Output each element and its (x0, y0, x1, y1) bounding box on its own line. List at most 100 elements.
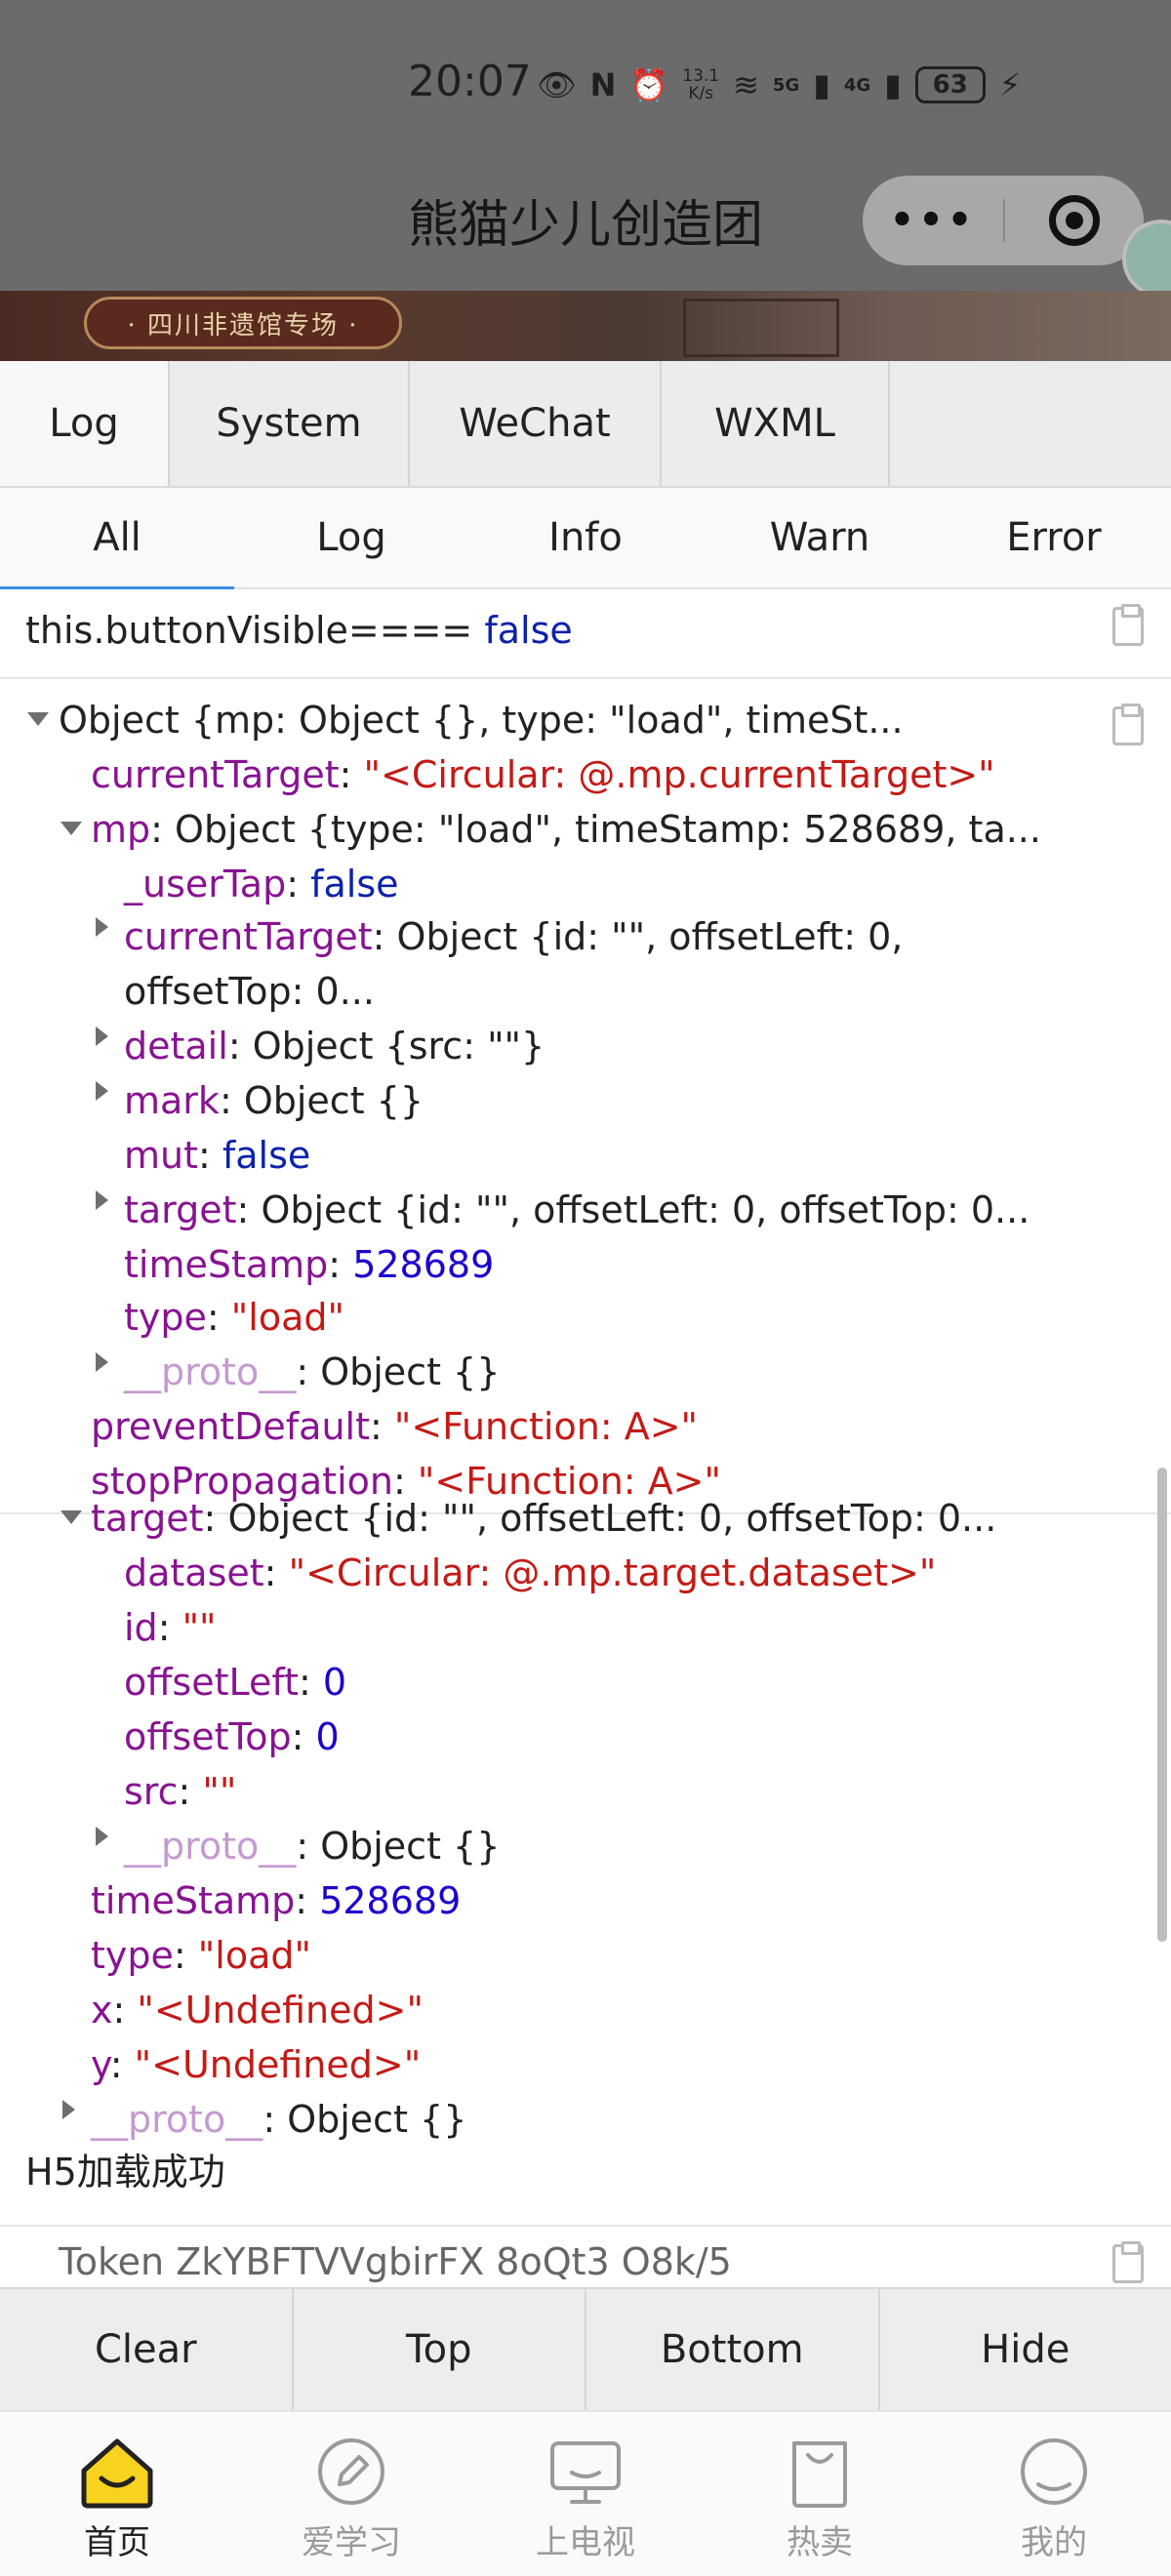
expand-arrow-icon[interactable] (96, 1026, 108, 1046)
signal-bars-icon: ▮ (813, 66, 830, 103)
prop-value: "<Function: A>" (393, 1405, 699, 1448)
prop-id: id: "" (124, 1606, 217, 1649)
scrollbar[interactable] (1157, 1468, 1167, 1942)
pencil-icon (312, 2434, 390, 2510)
top-button[interactable]: Top (294, 2289, 586, 2410)
nav-profile[interactable]: 我的 (937, 2412, 1171, 2576)
prop-key: id (124, 1606, 158, 1649)
prop-type: type: "load" (91, 1934, 311, 1977)
prop-key: target (124, 1188, 237, 1231)
log-line: H5加载成功 (25, 2145, 225, 2199)
log-entry-object: Object {mp: Object {}, type: "load", tim… (0, 679, 1171, 1514)
tab-log[interactable]: Log (0, 361, 170, 486)
prop-value: "<Undefined>" (137, 1989, 424, 2032)
banner-tag: · 四川非遗馆专场 · (84, 297, 402, 349)
prop-dataset: dataset: "<Circular: @.mp.target.dataset… (124, 1551, 937, 1594)
filter-info[interactable]: Info (468, 488, 703, 587)
prop-target[interactable]: target: Object {id: "", offsetLeft: 0, o… (91, 1491, 996, 1546)
tab-wechat[interactable]: WeChat (410, 361, 662, 486)
prop-proto[interactable]: __proto__: Object {} (91, 2092, 466, 2147)
expand-arrow-icon[interactable] (96, 1190, 108, 1210)
signal-5g: 5G (772, 74, 800, 96)
close-miniprogram-button[interactable] (1005, 195, 1144, 246)
nav-shop[interactable]: 热卖 (703, 2412, 937, 2576)
prop-value: Object {} (243, 1079, 424, 1122)
prop-src: src: "" (124, 1770, 237, 1813)
prop-value: Object {id: "", offsetLeft: 0, offsetTop… (227, 1497, 997, 1540)
prop-mp-proto[interactable]: __proto__: Object {} (124, 1345, 500, 1399)
status-icons: 👁 N ⏰ 13.1 K/s ≋ 5G ▮ 4G ▮ 63 ⚡ (537, 60, 1021, 109)
wifi-icon: ≋ (733, 66, 759, 103)
log-list[interactable]: this.buttonVisible==== false Object {mp:… (0, 589, 1171, 2287)
prop-key: __proto__ (124, 1825, 297, 1868)
prop-detail[interactable]: detail: Object {src: ""} (124, 1019, 545, 1073)
nav-label: 热卖 (787, 2523, 853, 2562)
log-filter-tabs: All Log Info Warn Error (0, 488, 1171, 589)
prop-preventDefault: preventDefault: "<Function: A>" (91, 1405, 699, 1448)
clear-button[interactable]: Clear (0, 2289, 294, 2410)
expand-arrow-icon[interactable] (62, 2100, 75, 2119)
bottom-button[interactable]: Bottom (586, 2289, 880, 2410)
expand-arrow-icon[interactable] (96, 1827, 108, 1846)
prop-mp-target[interactable]: target: Object {id: "", offsetLeft: 0, o… (124, 1183, 1030, 1237)
log-divider (0, 2225, 1171, 2227)
prop-userTap: _userTap: false (124, 863, 399, 906)
prop-target-proto[interactable]: __proto__: Object {} (124, 1819, 500, 1873)
hide-button[interactable]: Hide (880, 2289, 1171, 2410)
prop-value: Object {src: ""} (252, 1025, 545, 1067)
prop-mp[interactable]: mp: Object {type: "load", timeStamp: 528… (91, 802, 1041, 857)
tab-system[interactable]: System (170, 361, 410, 486)
profile-icon (1015, 2434, 1093, 2510)
filter-all[interactable]: All (0, 488, 234, 589)
prop-x: x: "<Undefined>" (91, 1989, 424, 2032)
prop-key: currentTarget (124, 915, 373, 958)
prop-key: _userTap (124, 863, 287, 906)
prop-mp-type: type: "load" (124, 1296, 344, 1339)
net-speed-value: 13.1 (682, 66, 720, 86)
prop-value: false (222, 1134, 311, 1177)
log-text: H5加载成功 (25, 2151, 225, 2194)
prop-key: type (124, 1296, 207, 1339)
filter-error[interactable]: Error (937, 488, 1171, 587)
prop-mut: mut: false (124, 1134, 311, 1177)
nav-label: 首页 (84, 2523, 150, 2562)
copy-icon[interactable] (1112, 2241, 1144, 2283)
target-icon (1049, 195, 1100, 246)
status-bar: 20:07 👁 N ⏰ 13.1 K/s ≋ 5G ▮ 4G ▮ 63 ⚡ (0, 55, 1171, 113)
prop-mark[interactable]: mark: Object {} (124, 1073, 424, 1128)
app-header: 20:07 👁 N ⏰ 13.1 K/s ≋ 5G ▮ 4G ▮ 63 ⚡ 熊猫… (0, 0, 1171, 361)
nav-home[interactable]: 首页 (0, 2412, 234, 2576)
object-summary[interactable]: Object {mp: Object {}, type: "load", tim… (59, 693, 904, 747)
prop-key: src (124, 1770, 179, 1813)
prop-value: Object {} (320, 1825, 501, 1868)
nav-study[interactable]: 爱学习 (234, 2412, 468, 2576)
filter-log[interactable]: Log (234, 488, 468, 587)
expand-arrow-icon[interactable] (96, 917, 108, 937)
copy-icon[interactable] (1112, 604, 1144, 646)
tab-wxml[interactable]: WXML (662, 361, 890, 486)
collapse-arrow-icon[interactable] (27, 712, 49, 726)
expand-arrow-icon[interactable] (96, 1352, 108, 1372)
collapse-arrow-icon[interactable] (61, 1510, 82, 1524)
prop-mp-currentTarget-cont: offsetTop: 0... (124, 964, 375, 1019)
nav-label: 上电视 (536, 2523, 635, 2562)
expand-arrow-icon[interactable] (96, 1081, 108, 1101)
more-menu-button[interactable]: ••• (863, 198, 1003, 243)
nav-label: 我的 (1021, 2523, 1087, 2562)
prop-value: "" (182, 1606, 217, 1649)
battery-indicator: 63 (914, 66, 986, 103)
vconsole-toolbar: Clear Top Bottom Hide (0, 2287, 1171, 2410)
prop-key: timeStamp (91, 1879, 296, 1922)
prop-key: mark (124, 1079, 220, 1122)
log-value: false (484, 609, 573, 652)
collapse-arrow-icon[interactable] (61, 822, 82, 835)
prop-value: false (310, 863, 399, 906)
eye-icon: 👁 (537, 66, 577, 103)
prop-mp-currentTarget[interactable]: currentTarget: Object {id: "", offsetLef… (124, 909, 903, 964)
prop-key: __proto__ (91, 2098, 263, 2141)
copy-icon[interactable] (1112, 704, 1144, 745)
prop-key: mut (124, 1134, 198, 1177)
filter-warn[interactable]: Warn (703, 488, 937, 587)
nav-tv[interactable]: 上电视 (468, 2412, 703, 2576)
prop-offsetLeft: offsetLeft: 0 (124, 1661, 347, 1704)
